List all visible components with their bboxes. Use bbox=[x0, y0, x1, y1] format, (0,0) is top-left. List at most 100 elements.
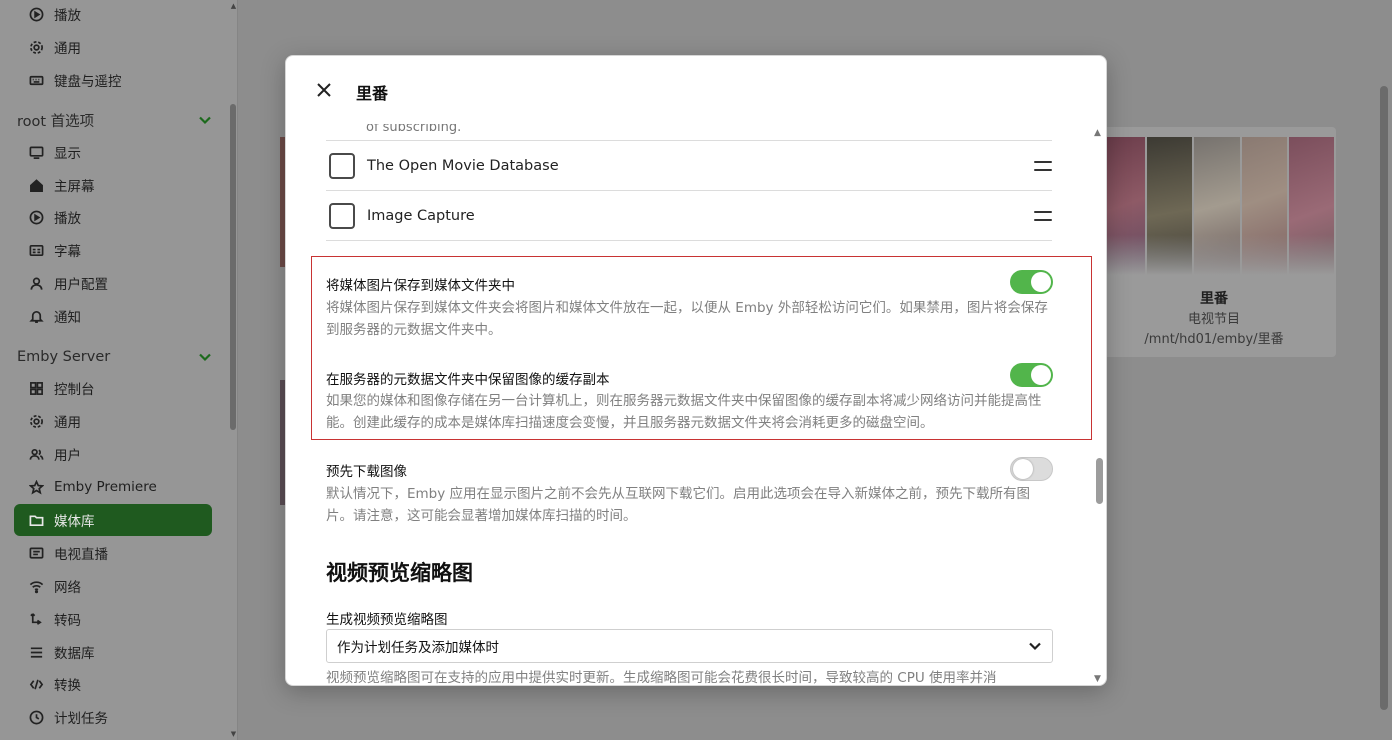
fetcher-label: The Open Movie Database bbox=[367, 157, 559, 174]
scroll-up-arrow-icon[interactable]: ▲ bbox=[229, 2, 237, 10]
divider bbox=[326, 240, 1052, 241]
toggle-knob bbox=[1031, 365, 1051, 385]
chevron-down-icon bbox=[198, 350, 212, 364]
drag-handle-icon[interactable] bbox=[1034, 160, 1052, 171]
scroll-down-arrow-icon[interactable]: ▼ bbox=[1094, 674, 1101, 684]
scrollbar-thumb[interactable] bbox=[1096, 458, 1103, 504]
sidebar-item-label: 通用 bbox=[54, 41, 81, 57]
page-scrollbar[interactable] bbox=[1380, 86, 1388, 710]
section-heading-thumbnails: 视频预览缩略图 bbox=[326, 561, 473, 585]
toggle-knob bbox=[1013, 459, 1033, 479]
folder-icon bbox=[28, 512, 44, 528]
library-card-type: 电视节目 bbox=[1187, 312, 1240, 327]
fetcher-label: Image Capture bbox=[367, 207, 475, 224]
star-icon bbox=[28, 479, 44, 495]
sidebar-item-label: 媒体库 bbox=[54, 514, 95, 530]
sidebar-item-dashboard[interactable]: 控制台 bbox=[14, 372, 212, 404]
sidebar-item-label: 电视直播 bbox=[54, 547, 108, 563]
option-title-save-artwork: 将媒体图片保存到媒体文件夹中 bbox=[326, 278, 515, 294]
gear-icon bbox=[28, 39, 44, 55]
scroll-down-arrow-icon[interactable]: ▼ bbox=[229, 730, 237, 738]
sidebar-item-label: 转码 bbox=[54, 613, 81, 629]
sidebar-item-label: 主屏幕 bbox=[54, 179, 95, 195]
option-title-cache-images: 在服务器的元数据文件夹中保留图像的缓存副本 bbox=[326, 372, 610, 388]
toggle-knob bbox=[1031, 272, 1051, 292]
wifi-icon bbox=[28, 578, 44, 594]
fetcher-checkbox[interactable] bbox=[329, 202, 355, 229]
clipped-description: of subscribing. bbox=[366, 124, 462, 135]
library-settings-dialog: 里番 of subscribing. The Open Movie Databa… bbox=[285, 55, 1107, 686]
clock-icon bbox=[28, 709, 44, 725]
toggle-cache-images[interactable] bbox=[1010, 363, 1053, 387]
sidebar-section-root[interactable]: root 首选项 bbox=[17, 106, 212, 134]
toggle-download-images[interactable] bbox=[1010, 457, 1053, 481]
gear-icon bbox=[28, 413, 44, 429]
select-value: 作为计划任务及添加媒体时 bbox=[337, 640, 499, 656]
sidebar-item-keyboard[interactable]: 键盘与遥控 bbox=[14, 64, 212, 96]
fetcher-checkbox[interactable] bbox=[329, 152, 355, 179]
sidebar-item-general[interactable]: 通用 bbox=[14, 405, 212, 437]
sidebar-item-label: 控制台 bbox=[54, 382, 95, 398]
monitor-icon bbox=[28, 144, 44, 160]
section-label: root 首选项 bbox=[17, 113, 95, 130]
thumbnail-select[interactable]: 作为计划任务及添加媒体时 bbox=[326, 629, 1053, 663]
sidebar-item-playback[interactable]: 播放 bbox=[14, 201, 212, 233]
library-card-title: 里番 bbox=[1200, 291, 1228, 307]
option-title-download-images: 预先下载图像 bbox=[326, 464, 407, 480]
sidebar-item-live-tv[interactable]: 电视直播 bbox=[14, 537, 212, 569]
image-fetcher-row[interactable]: Image Capture bbox=[326, 191, 1052, 240]
sidebar-item-display[interactable]: 显示 bbox=[14, 136, 212, 168]
scroll-up-arrow-icon[interactable]: ▲ bbox=[1094, 128, 1101, 138]
users-icon bbox=[28, 446, 44, 462]
subtitles-icon bbox=[28, 242, 44, 258]
drag-handle-icon[interactable] bbox=[1034, 210, 1052, 221]
sidebar-item-label: 网络 bbox=[54, 580, 81, 596]
bell-icon bbox=[28, 308, 44, 324]
sidebar-item-notifications[interactable]: 通知 bbox=[14, 300, 212, 332]
thumbnail-select-label: 生成视频预览缩略图 bbox=[326, 612, 448, 628]
sidebar-item-label: Emby Premiere bbox=[54, 479, 157, 495]
transcode-icon bbox=[28, 611, 44, 627]
sidebar-item-scheduled-tasks[interactable]: 计划任务 bbox=[14, 701, 212, 733]
sidebar-item-users[interactable]: 用户 bbox=[14, 438, 212, 470]
keyboard-icon bbox=[28, 72, 44, 88]
sidebar-item-home[interactable]: 主屏幕 bbox=[14, 169, 212, 201]
section-label: Emby Server bbox=[17, 349, 111, 365]
close-button[interactable] bbox=[314, 80, 336, 102]
play-circle-icon bbox=[28, 209, 44, 225]
chevron-down-icon bbox=[1028, 639, 1042, 653]
sidebar-item-transcoding[interactable]: 转码 bbox=[14, 603, 212, 635]
sidebar-item-label: 转换 bbox=[54, 678, 81, 694]
sidebar-scrollbar[interactable]: ▲ ▼ bbox=[229, 0, 237, 740]
sidebar-item-subtitles[interactable]: 字幕 bbox=[14, 234, 212, 266]
sidebar-item-premiere[interactable]: Emby Premiere bbox=[14, 471, 212, 503]
scrollbar-thumb[interactable] bbox=[230, 104, 236, 430]
sidebar-item-database[interactable]: 数据库 bbox=[14, 636, 212, 668]
database-icon bbox=[28, 644, 44, 660]
sidebar-item-label: 用户 bbox=[54, 448, 81, 464]
sidebar-item-network[interactable]: 网络 bbox=[14, 570, 212, 602]
dialog-scrollbar[interactable]: ▲ ▼ bbox=[1092, 128, 1106, 684]
convert-icon bbox=[28, 676, 44, 692]
sidebar-item-user-profile[interactable]: 用户配置 bbox=[14, 267, 212, 299]
dialog-title: 里番 bbox=[356, 84, 389, 103]
sidebar-item-label: 数据库 bbox=[54, 646, 95, 662]
toggle-save-artwork[interactable] bbox=[1010, 270, 1053, 294]
sidebar-item-general-user[interactable]: 通用 bbox=[14, 31, 212, 63]
sidebar-item-playback-user[interactable]: 播放 bbox=[14, 0, 212, 30]
sidebar-item-label: 用户配置 bbox=[54, 277, 108, 293]
image-fetcher-row[interactable]: The Open Movie Database bbox=[326, 141, 1052, 190]
thumbnail-select-desc: 视频预览缩略图可在支持的应用中提供实时更新。生成缩略图可能会花费很长时间，导致较… bbox=[326, 670, 997, 686]
dashboard-icon bbox=[28, 380, 44, 396]
sidebar: 播放 通用 键盘与遥控 root 首选项 显示 主屏幕 播放 字幕 用户配置 通… bbox=[0, 0, 238, 740]
close-icon bbox=[317, 83, 331, 97]
sidebar-section-server[interactable]: Emby Server bbox=[17, 343, 212, 371]
sidebar-item-conversion[interactable]: 转换 bbox=[14, 668, 212, 700]
user-icon bbox=[28, 275, 44, 291]
sidebar-item-label: 字幕 bbox=[54, 244, 81, 260]
sidebar-item-library[interactable]: 媒体库 bbox=[14, 504, 212, 536]
sidebar-item-label: 显示 bbox=[54, 146, 81, 162]
tv-icon bbox=[28, 545, 44, 561]
option-desc-download-images: 默认情况下，Emby 应用在显示图片之前不会先从互联网下载它们。启用此选项会在导… bbox=[326, 486, 1031, 524]
sidebar-item-label: 播放 bbox=[54, 8, 81, 24]
